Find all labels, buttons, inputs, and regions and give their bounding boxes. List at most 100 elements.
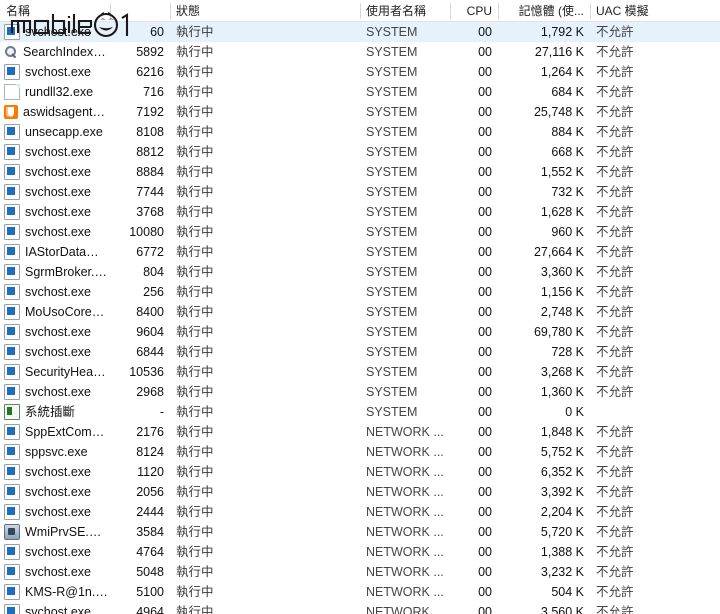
cell-pid: 10080: [129, 225, 164, 239]
cell-pid: 3768: [136, 205, 164, 219]
table-row[interactable]: svchost.exe 256 執行中 SYSTEM 00 1,156 K 不允許: [0, 282, 720, 302]
cell-pid: 2176: [136, 425, 164, 439]
cell-memory: 668 K: [551, 145, 584, 159]
table-row[interactable]: svchost.exe 6216 執行中 SYSTEM 00 1,264 K 不允許: [0, 62, 720, 82]
cell-user: SYSTEM: [366, 405, 418, 419]
table-row[interactable]: rundll32.exe 716 執行中 SYSTEM 00 684 K 不允許: [0, 82, 720, 102]
table-row[interactable]: aswidsagent.exe 7192 執行中 SYSTEM 00 25,748 K 不允…: [0, 102, 720, 122]
cell-state: 執行中: [176, 365, 214, 379]
cell-uac: 不允許: [596, 285, 634, 299]
table-row[interactable]: unsecapp.exe 8108 執行中 SYSTEM 00 884 K 不允許: [0, 122, 720, 142]
column-header-memory[interactable]: 記憶體 (使...: [498, 0, 590, 22]
cell-cpu: 00: [478, 85, 492, 99]
table-row[interactable]: SppExtComObj.Exe 2176 執行中 NETWORK ... 00 1,84…: [0, 422, 720, 442]
column-header-pid[interactable]: [110, 0, 170, 22]
cell-user: SYSTEM: [366, 145, 418, 159]
cell-state: 執行中: [176, 225, 214, 239]
cell-pid: 8400: [136, 305, 164, 319]
process-name-label: svchost.exe: [25, 65, 92, 79]
cell-user: NETWORK ...: [366, 545, 444, 559]
cell-user: NETWORK ...: [366, 425, 444, 439]
table-row[interactable]: 系統插斷 - 執行中 SYSTEM 00 0 K: [0, 402, 720, 422]
service-icon: [4, 444, 20, 460]
service-icon: [4, 604, 20, 614]
table-row[interactable]: svchost.exe 7744 執行中 SYSTEM 00 732 K 不允許: [0, 182, 720, 202]
cell-cpu: 00: [478, 465, 492, 479]
process-name-cell: IAStorDataMgrSvc.e...: [0, 242, 110, 262]
process-name-label: svchost.exe: [25, 465, 92, 479]
process-list[interactable]: svchost.exe 60 執行中 SYSTEM 00 1,792 K 不允許 Search…: [0, 22, 720, 614]
table-row[interactable]: KMS-R@1n.exe 5100 執行中 NETWORK ... 00 504 K 不允許: [0, 582, 720, 602]
cell-state: 執行中: [176, 505, 214, 519]
table-row[interactable]: SearchIndexer.exe 5892 執行中 SYSTEM 00 27,116 K…: [0, 42, 720, 62]
cell-memory: 504 K: [551, 585, 584, 599]
cell-memory: 6,352 K: [540, 465, 584, 479]
table-row[interactable]: svchost.exe 10080 執行中 SYSTEM 00 960 K 不允許: [0, 222, 720, 242]
cell-uac: 不允許: [596, 605, 634, 614]
column-header-row[interactable]: 名稱 狀態 使用者名稱 CPU 記憶體 (使... UAC 模擬: [0, 0, 720, 22]
cell-state: 執行中: [176, 245, 214, 259]
cell-memory: 2,204 K: [540, 505, 584, 519]
table-row[interactable]: svchost.exe 8884 執行中 SYSTEM 00 1,552 K 不允許: [0, 162, 720, 182]
cell-cpu: 00: [478, 165, 492, 179]
cell-cpu: 00: [478, 265, 492, 279]
table-row[interactable]: sppsvc.exe 8124 執行中 NETWORK ... 00 5,752 K 不允許: [0, 442, 720, 462]
cell-memory: 1,552 K: [540, 165, 584, 179]
cell-pid: 7192: [136, 105, 164, 119]
table-row[interactable]: svchost.exe 1120 執行中 NETWORK ... 00 6,352 K 不允…: [0, 462, 720, 482]
column-header-state[interactable]: 狀態: [170, 0, 360, 22]
cell-uac: 不允許: [596, 385, 634, 399]
cell-user: SYSTEM: [366, 265, 418, 279]
cell-memory: 1,388 K: [540, 545, 584, 559]
table-row[interactable]: WmiPrvSE.exe 3584 執行中 NETWORK ... 00 5,720 K 不…: [0, 522, 720, 542]
table-row[interactable]: SgrmBroker.exe 804 執行中 SYSTEM 00 3,360 K 不允許: [0, 262, 720, 282]
cell-pid: 6772: [136, 245, 164, 259]
cell-uac: 不允許: [596, 85, 634, 99]
column-header-name[interactable]: 名稱: [0, 0, 110, 22]
cell-pid: 3584: [136, 525, 164, 539]
cell-memory: 69,780 K: [533, 325, 584, 339]
cell-cpu: 00: [478, 585, 492, 599]
cell-state: 執行中: [176, 525, 214, 539]
table-row[interactable]: svchost.exe 2056 執行中 NETWORK ... 00 3,392 K 不允…: [0, 482, 720, 502]
column-header-user[interactable]: 使用者名稱: [360, 0, 450, 22]
cell-uac: 不允許: [596, 245, 634, 259]
service-icon: [4, 504, 20, 520]
cell-state: 執行中: [176, 185, 214, 199]
cell-memory: 684 K: [551, 85, 584, 99]
process-name-label: svchost.exe: [25, 225, 92, 239]
process-name-cell: svchost.exe: [0, 162, 110, 182]
cell-cpu: 00: [478, 545, 492, 559]
table-row[interactable]: svchost.exe 2444 執行中 NETWORK ... 00 2,204 K 不允…: [0, 502, 720, 522]
process-name-label: IAStorDataMgrSvc.e...: [25, 245, 108, 259]
table-row[interactable]: svchost.exe 60 執行中 SYSTEM 00 1,792 K 不允許: [0, 22, 720, 42]
cell-state: 執行中: [176, 325, 214, 339]
table-row[interactable]: svchost.exe 5048 執行中 NETWORK ... 00 3,232 K 不允…: [0, 562, 720, 582]
table-row[interactable]: svchost.exe 4764 執行中 NETWORK ... 00 1,388 K 不允…: [0, 542, 720, 562]
cell-cpu: 00: [478, 345, 492, 359]
table-row[interactable]: svchost.exe 8812 執行中 SYSTEM 00 668 K 不允許: [0, 142, 720, 162]
table-row[interactable]: SecurityHealthServi... 10536 執行中 SYSTEM 00 3,…: [0, 362, 720, 382]
table-row[interactable]: svchost.exe 4964 執行中 NETWORK ... 00 3,560 K 不允…: [0, 602, 720, 614]
cell-cpu: 00: [478, 45, 492, 59]
table-row[interactable]: svchost.exe 2968 執行中 SYSTEM 00 1,360 K 不允許: [0, 382, 720, 402]
cell-pid: -: [159, 405, 164, 419]
cell-user: SYSTEM: [366, 225, 418, 239]
column-header-cpu[interactable]: CPU: [450, 0, 498, 22]
table-row[interactable]: MoUsoCoreWorker... 8400 執行中 SYSTEM 00 2,748 K…: [0, 302, 720, 322]
service-icon: [4, 64, 20, 80]
process-name-cell: SecurityHealthServi...: [0, 362, 110, 382]
table-row[interactable]: svchost.exe 3768 執行中 SYSTEM 00 1,628 K 不允許: [0, 202, 720, 222]
cell-uac: 不允許: [596, 465, 634, 479]
process-name-label: KMS-R@1n.exe: [25, 585, 108, 599]
cell-memory: 27,116 K: [534, 45, 584, 59]
column-header-uac[interactable]: UAC 模擬: [590, 0, 720, 22]
cell-pid: 8124: [136, 445, 164, 459]
table-row[interactable]: svchost.exe 6844 執行中 SYSTEM 00 728 K 不允許: [0, 342, 720, 362]
table-row[interactable]: svchost.exe 9604 執行中 SYSTEM 00 69,780 K 不允許: [0, 322, 720, 342]
cell-uac: 不允許: [596, 445, 634, 459]
service-icon: [4, 384, 20, 400]
document-icon: [4, 84, 20, 100]
cell-cpu: 00: [478, 145, 492, 159]
table-row[interactable]: IAStorDataMgrSvc.e... 6772 執行中 SYSTEM 00 27,6…: [0, 242, 720, 262]
